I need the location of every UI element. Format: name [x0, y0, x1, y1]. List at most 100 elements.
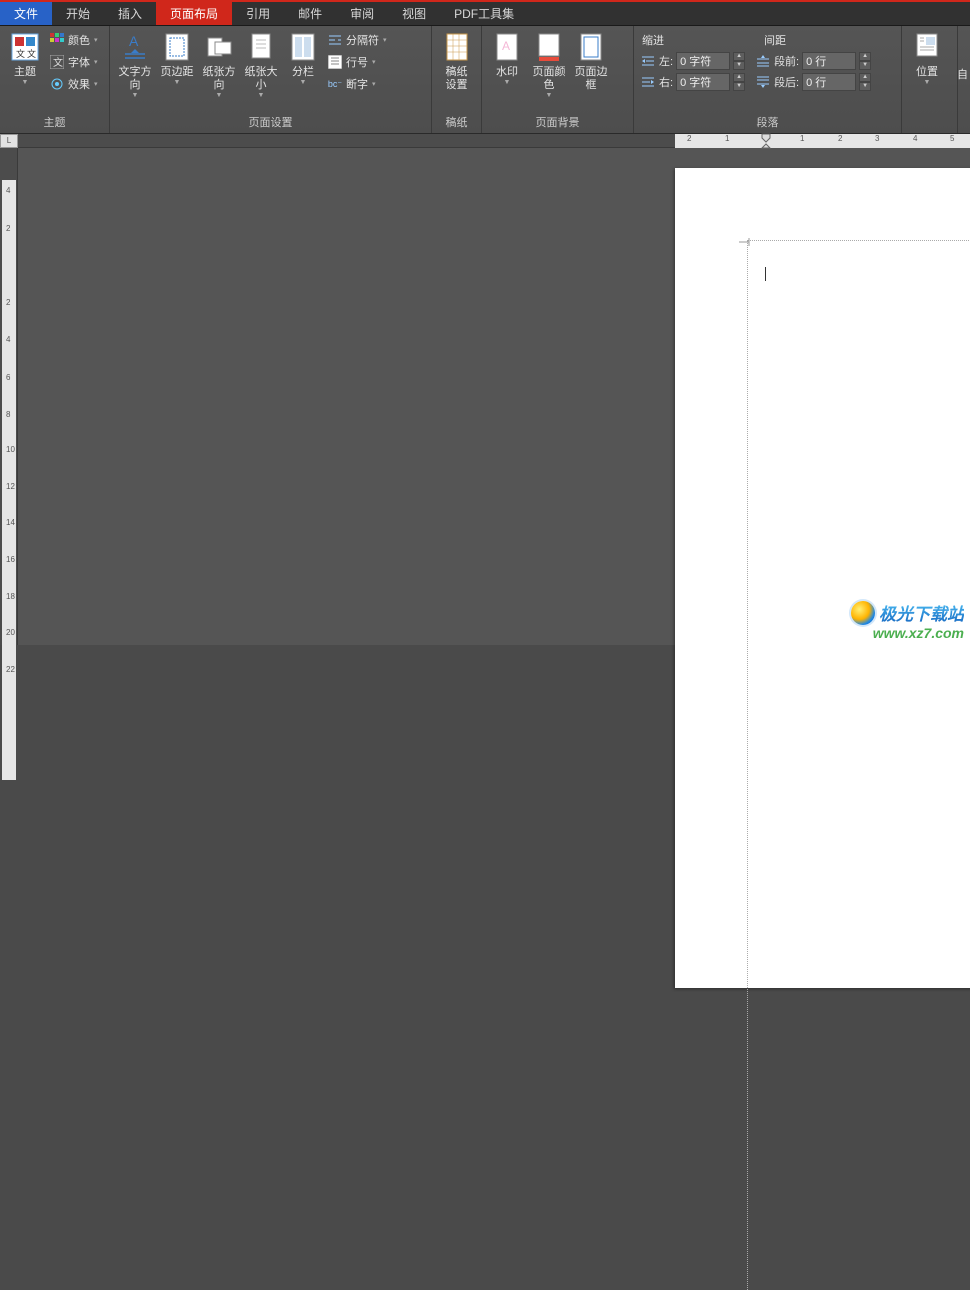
spin-down[interactable]: ▼ [859, 61, 871, 70]
page-size-button[interactable]: 纸张大小 ▼ [240, 28, 282, 101]
ruler-tick: 18 [6, 592, 15, 601]
ribbon: 文文 主题 ▼ 颜色 ▾ 文 字体 ▾ 效果 ▾ [0, 26, 970, 134]
group-label-paragraph: 段落 [638, 112, 897, 133]
spin-down[interactable]: ▼ [859, 82, 871, 91]
ruler-tick: 1 [725, 134, 729, 143]
ruler-tick: 2 [687, 134, 691, 143]
margins-icon [161, 30, 193, 64]
themes-label: 主题 [14, 66, 36, 79]
theme-colors-label: 颜色 [68, 32, 90, 48]
chevron-down-icon: ▼ [258, 92, 265, 99]
svg-text:文: 文 [53, 56, 63, 69]
ruler-tick: 4 [913, 134, 917, 143]
page-color-label: 页面颜色 [530, 66, 568, 92]
breaks-icon [327, 32, 343, 48]
manuscript-label: 稿纸 设置 [446, 66, 468, 92]
vertical-ruler[interactable]: 4 2 2 4 6 8 10 12 14 16 18 20 22 [0, 148, 18, 645]
watermark-logo-icon [851, 601, 875, 625]
breaks-button[interactable]: 分隔符 ▾ [324, 30, 390, 50]
watermark-label: 水印 [496, 66, 518, 79]
spacing-after-input[interactable] [802, 73, 856, 91]
page-border-icon [575, 30, 607, 64]
spin-down[interactable]: ▼ [733, 61, 745, 70]
spacing-after-icon [755, 74, 771, 90]
breaks-label: 分隔符 [346, 32, 379, 48]
indent-right-input[interactable] [676, 73, 730, 91]
themes-icon: 文文 [9, 30, 41, 64]
spin-up[interactable]: ▲ [733, 73, 745, 82]
chevron-down-icon: ▼ [300, 79, 307, 86]
effects-icon [49, 76, 65, 92]
theme-colors-button[interactable]: 颜色 ▾ [46, 30, 101, 50]
position-label: 位置 [916, 66, 938, 79]
ruler-tick: 2 [838, 134, 842, 143]
ruler-tick: 1 [800, 134, 804, 143]
horizontal-ruler[interactable]: 2 1 1 2 3 4 5 [18, 134, 970, 148]
hyphenation-button[interactable]: bc⁻ 断字 ▾ [324, 74, 390, 94]
orientation-button[interactable]: 纸张方向 ▼ [198, 28, 240, 101]
auto-label-cutoff: 自 [957, 66, 968, 82]
watermark-text: 极光下载站 [879, 600, 964, 625]
tab-mail[interactable]: 邮件 [284, 2, 336, 25]
document-workspace: L 2 1 1 2 3 4 5 4 2 2 4 6 8 10 12 14 16 … [0, 134, 970, 645]
themes-button[interactable]: 文文 主题 ▼ [4, 28, 46, 88]
orientation-icon [203, 30, 235, 64]
tab-view[interactable]: 视图 [388, 2, 440, 25]
theme-effects-label: 效果 [68, 76, 90, 92]
tab-reference[interactable]: 引用 [232, 2, 284, 25]
spacing-before-input[interactable] [802, 52, 856, 70]
tab-file[interactable]: 文件 [0, 2, 52, 25]
group-label-manuscript: 稿纸 [436, 112, 477, 133]
fonts-icon: 文 [49, 54, 65, 70]
page-margin-guide [747, 240, 970, 1290]
ribbon-tabs: 文件 开始 插入 页面布局 引用 邮件 审阅 视图 PDF工具集 [0, 2, 970, 26]
text-direction-button[interactable]: A 文字方向 ▼ [114, 28, 156, 101]
theme-fonts-button[interactable]: 文 字体 ▾ [46, 52, 101, 72]
spin-down[interactable]: ▼ [733, 82, 745, 91]
ruler-corner[interactable]: L [0, 134, 18, 148]
tab-pdf-tools[interactable]: PDF工具集 [440, 2, 528, 25]
indent-right-label: 右: [659, 74, 673, 90]
spin-up[interactable]: ▲ [859, 52, 871, 61]
theme-effects-button[interactable]: 效果 ▾ [46, 74, 101, 94]
chevron-down-icon: ▼ [924, 79, 931, 86]
indent-left-icon [640, 53, 656, 69]
page-size-icon [245, 30, 277, 64]
page-color-button[interactable]: 页面颜色 ▼ [528, 28, 570, 101]
document-page[interactable] [675, 168, 970, 988]
watermark-url: www.xz7.com [851, 625, 964, 641]
manuscript-settings-button[interactable]: 稿纸 设置 [436, 28, 477, 94]
indent-left-input[interactable] [676, 52, 730, 70]
tab-review[interactable]: 审阅 [336, 2, 388, 25]
chevron-down-icon: ▼ [546, 92, 553, 99]
tab-home[interactable]: 开始 [52, 2, 104, 25]
spin-up[interactable]: ▲ [859, 73, 871, 82]
ruler-tick: 16 [6, 555, 15, 564]
chevron-down-icon: ▾ [383, 36, 387, 44]
columns-icon [287, 30, 319, 64]
svg-text:A: A [129, 33, 139, 49]
page-border-button[interactable]: 页面边框 [570, 28, 612, 94]
watermark-button[interactable]: A 水印 ▼ [486, 28, 528, 88]
columns-button[interactable]: 分栏 ▼ [282, 28, 324, 88]
line-numbers-icon [327, 54, 343, 70]
line-numbers-button[interactable]: 行号 ▾ [324, 52, 390, 72]
indent-marker-icon[interactable] [759, 132, 773, 150]
hyphenation-icon: bc⁻ [327, 76, 343, 92]
chevron-down-icon: ▼ [132, 92, 139, 99]
spin-up[interactable]: ▲ [733, 52, 745, 61]
chevron-down-icon: ▼ [216, 92, 223, 99]
chevron-down-icon: ▼ [22, 79, 29, 86]
chevron-down-icon: ▾ [372, 58, 376, 66]
margins-button[interactable]: 页边距 ▼ [156, 28, 198, 88]
ruler-tick: 10 [6, 445, 15, 454]
tab-insert[interactable]: 插入 [104, 2, 156, 25]
text-cursor [765, 267, 766, 281]
columns-label: 分栏 [292, 66, 314, 79]
position-button[interactable]: 位置 ▼ [906, 28, 948, 88]
chevron-down-icon: ▼ [504, 79, 511, 86]
orientation-label: 纸张方向 [200, 66, 238, 92]
tab-page-layout[interactable]: 页面布局 [156, 2, 232, 25]
page-color-icon [533, 30, 565, 64]
page-border-label: 页面边框 [572, 66, 610, 92]
